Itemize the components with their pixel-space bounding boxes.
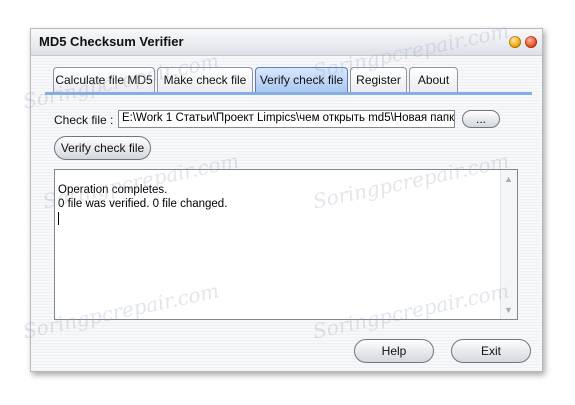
tab-make-check-file[interactable]: Make check file bbox=[157, 67, 253, 92]
check-file-path-field[interactable]: E:\Work 1 Статьи\Проект Limpics\чем откр… bbox=[118, 110, 455, 128]
verify-check-file-button[interactable]: Verify check file bbox=[54, 136, 151, 160]
tab-calculate-file-md5[interactable]: Calculate file MD5 bbox=[53, 67, 155, 92]
minimize-orb-icon[interactable] bbox=[509, 36, 521, 48]
scroll-up-arrow-icon[interactable]: ▲ bbox=[504, 174, 513, 184]
app-window: MD5 Checksum Verifier Calculate file MD5… bbox=[21, 18, 543, 372]
log-line: Operation completes. bbox=[58, 184, 168, 196]
tab-strip-divider bbox=[45, 92, 532, 95]
exit-button[interactable]: Exit bbox=[451, 339, 531, 363]
tab-register[interactable]: Register bbox=[350, 67, 407, 92]
window-title: MD5 Checksum Verifier bbox=[39, 34, 184, 49]
close-orb-icon[interactable] bbox=[525, 36, 537, 48]
tab-about[interactable]: About bbox=[409, 67, 458, 92]
check-file-label: Check file : bbox=[54, 113, 114, 127]
text-caret bbox=[58, 212, 59, 225]
log-text: Operation completes. 0 file was verified… bbox=[58, 183, 227, 225]
browse-button[interactable]: ... bbox=[462, 110, 500, 128]
vertical-scrollbar[interactable]: ▲ ▼ bbox=[500, 170, 517, 319]
log-output-textarea[interactable]: Operation completes. 0 file was verified… bbox=[54, 169, 518, 320]
tab-verify-check-file[interactable]: Verify check file bbox=[255, 67, 348, 92]
scroll-down-arrow-icon[interactable]: ▼ bbox=[504, 305, 513, 315]
log-line: 0 file was verified. 0 file changed. bbox=[58, 198, 228, 210]
title-bar[interactable]: MD5 Checksum Verifier bbox=[31, 29, 542, 56]
help-button[interactable]: Help bbox=[354, 339, 434, 363]
